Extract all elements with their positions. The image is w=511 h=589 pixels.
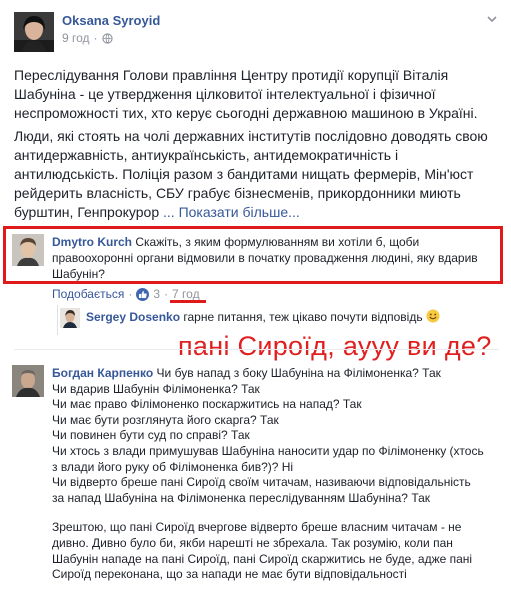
reply-avatar[interactable]	[60, 308, 80, 328]
author-avatar[interactable]	[14, 12, 54, 52]
comment-line: з влади його руку об Філімоненка бив?)? …	[52, 459, 294, 474]
commenter-avatar[interactable]	[12, 365, 44, 397]
like-icon	[136, 287, 150, 301]
like-count[interactable]: 3	[153, 287, 160, 301]
comment-line: Чи має право Філімоненко поскаржитись на…	[52, 397, 362, 412]
comment-line: за напад Шабуніна на Філімоненка переслі…	[52, 490, 431, 505]
post-paragraph: Переслідування Голови правління Центру п…	[14, 67, 478, 121]
comment-body: Богдан Карпенко Чи був напад з боку Шабу…	[52, 366, 507, 583]
comment-line: Чи має бути розглянута його скарга? Так	[52, 412, 279, 427]
reply-thread-line	[57, 305, 58, 335]
like-button[interactable]: Подобається	[52, 287, 124, 301]
comment-line: Чи повинен бути суд по справі? Так	[52, 428, 250, 443]
globe-icon	[101, 32, 113, 44]
comment-line: Зрештою, що пані Сироїд вчергове відверт…	[52, 520, 462, 535]
reply-body: Sergey Dosenko гарне питання, теж цікаво…	[86, 309, 501, 325]
comment-line: Чи хтось з влади примушував Шабуніна нан…	[52, 443, 484, 458]
chevron-down-icon[interactable]	[487, 14, 497, 24]
comment-line: дивно. Дивно було би, якби нарешті не зб…	[52, 535, 453, 550]
dot-separator: ·	[93, 31, 98, 45]
dot-separator: ·	[164, 287, 169, 301]
comment-line: Сироїд переконана, що за напади не має б…	[52, 567, 407, 582]
dot-separator: ·	[128, 287, 133, 301]
post-meta: 9 год ·	[62, 31, 113, 45]
time-underline-mark	[170, 300, 206, 303]
comment-actions: Подобається · 3 · 7 год	[52, 287, 200, 301]
reply-text: гарне питання, теж цікаво почути відпові…	[183, 310, 423, 324]
commenter-name[interactable]: Богдан Карпенко	[52, 366, 153, 380]
see-more-link[interactable]: ... Показати більше...	[163, 204, 300, 220]
post-time[interactable]: 9 год	[62, 31, 90, 45]
smile-emoji-icon	[426, 309, 440, 323]
comment-line: Шабунін нападе на пані Сироїд, пані Сиро…	[52, 551, 473, 566]
red-annotation-text: пані Сироїд, аууу ви де?	[178, 331, 492, 361]
comment-line: Богдан Карпенко Чи був напад з боку Шабу…	[52, 366, 441, 380]
comment-time[interactable]: 7 год	[172, 287, 200, 301]
commenter-name[interactable]: Dmytro Kurch	[52, 235, 132, 249]
reply-author-name[interactable]: Sergey Dosenko	[86, 310, 180, 324]
post-paragraph: Люди, які стоять на чолі державних інсти…	[14, 127, 499, 222]
commenter-avatar[interactable]	[12, 234, 44, 266]
divider	[14, 349, 499, 350]
comment-line: Чи вдарив Шабунін Філімоненка? Так	[52, 381, 260, 396]
comment-body: Dmytro Kurch Скажіть, з яким формулюванн…	[52, 234, 492, 282]
author-name[interactable]: Oksana Syroyid	[62, 13, 160, 28]
comment-line: Чи відверто бреше пані Сироїд своїм чита…	[52, 475, 471, 490]
